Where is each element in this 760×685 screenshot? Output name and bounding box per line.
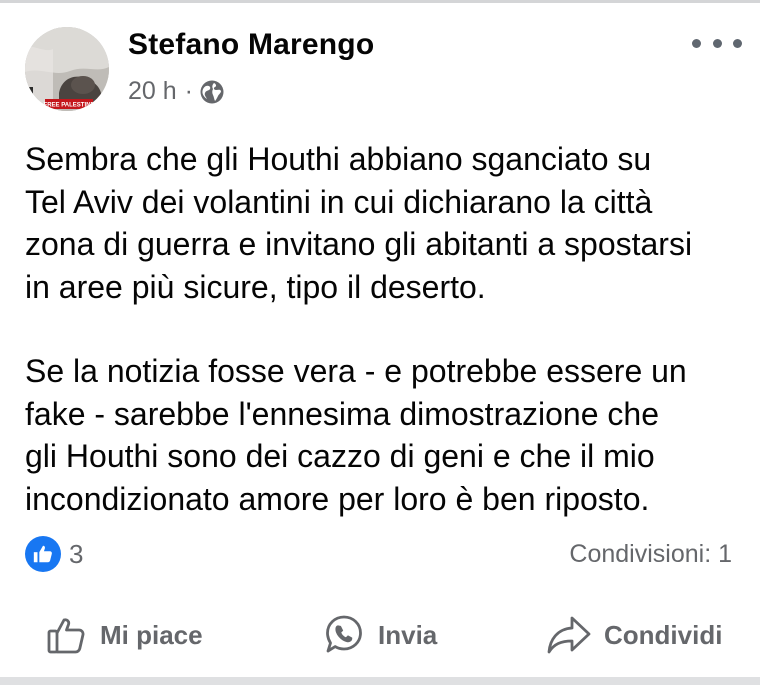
post-line: in aree più sicure, tipo il deserto.	[25, 268, 486, 305]
thumbs-up-icon	[46, 614, 100, 656]
more-options-icon[interactable]	[692, 30, 742, 56]
like-button[interactable]: Mi piace	[46, 610, 203, 660]
avatar-badge-text: FREE PALESTINE	[44, 103, 95, 109]
whatsapp-icon	[322, 613, 378, 657]
avatar[interactable]: FREE PALESTINE	[25, 27, 109, 111]
post-line: incondizionato amore per loro è ben ripo…	[25, 480, 650, 517]
globe-icon	[199, 79, 225, 105]
author-name[interactable]: Stefano Marengo	[128, 28, 374, 62]
shares-count[interactable]: Condivisioni: 1	[569, 540, 732, 569]
post-text: Sembra che gli Houthi abbiano sganciato …	[25, 138, 745, 520]
post-paragraph: Sembra che gli Houthi abbiano sganciato …	[25, 138, 745, 308]
post-line: Tel Aviv dei volantini in cui dichiarano…	[25, 183, 653, 220]
send-button[interactable]: Invia	[322, 610, 437, 660]
share-label: Condividi	[604, 619, 723, 650]
post-line: zona di guerra e invitano gli abitanti a…	[25, 226, 693, 262]
top-border	[0, 0, 760, 3]
share-arrow-icon	[546, 614, 604, 656]
post-meta: 20 h ·	[128, 77, 225, 106]
like-reaction-icon	[25, 536, 61, 572]
meta-separator: ·	[184, 77, 193, 105]
like-label: Mi piace	[100, 619, 203, 650]
share-button[interactable]: Condividi	[546, 610, 722, 660]
post-line: Se la notizia fosse vera - e potrebbe es…	[25, 353, 687, 389]
more-dot	[712, 38, 722, 48]
reactions-summary[interactable]: 3	[25, 536, 83, 572]
post-timestamp[interactable]: 20 h	[128, 77, 177, 106]
avatar-image: FREE PALESTINE	[25, 27, 109, 111]
action-bar: Mi piace Invia Condividi	[0, 610, 760, 660]
reaction-count: 3	[69, 538, 84, 569]
bottom-border	[0, 677, 760, 685]
post-paragraph: Se la notizia fosse vera - e potrebbe es…	[25, 350, 745, 520]
post-line: fake - sarebbe l'ennesima dimostrazione …	[25, 395, 659, 432]
post-line: gli Houthi sono dei cazzo di geni e che …	[25, 438, 655, 474]
more-dot	[692, 38, 701, 48]
more-dot	[733, 38, 742, 48]
send-label: Invia	[378, 619, 438, 650]
post-line: Sembra che gli Houthi abbiano sganciato …	[25, 141, 652, 177]
